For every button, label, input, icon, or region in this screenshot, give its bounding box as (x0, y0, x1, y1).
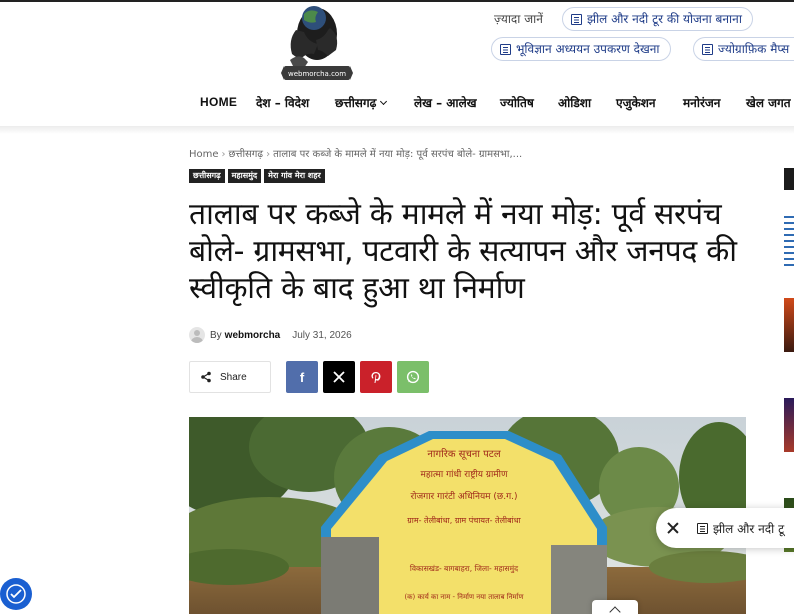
floating-suggestion-bar: झील और नदी टू (656, 508, 794, 548)
tag-mera-gaon-mera-shahar[interactable]: मेरा गांव मेरा शहर (264, 169, 325, 183)
breadcrumb-current: तालाब पर कब्जे के मामले में नया मोड़: पू… (273, 149, 523, 160)
share-button[interactable]: Share (189, 361, 271, 393)
byline-prefix: By (210, 329, 222, 341)
main-navigation: HOME देश – विदेश छत्तीसगढ़ लेख – आलेख ज्… (0, 94, 794, 126)
breadcrumb-separator: › (266, 149, 271, 160)
breadcrumb: Home › छत्तीसगढ़ › तालाब पर कब्जे के मामले म… (189, 146, 522, 160)
signboard-line-2: महात्मा गांधी राष्ट्रीय ग्रामीण (420, 468, 508, 480)
nav-item-label: छत्तीसगढ़ (335, 96, 377, 110)
article-meta: By webmorcha July 31, 2026 (189, 327, 352, 343)
author-link[interactable]: webmorcha (225, 330, 281, 341)
share-x-button[interactable] (323, 361, 355, 393)
document-icon (500, 43, 511, 55)
suggestion-chip-geographic-maps[interactable]: ज्योग्राफ़िक मैप्स (693, 37, 794, 61)
suggestion-chip-label: झील और नदी टूर की योजना बनाना (587, 12, 742, 26)
site-logo[interactable]: webmorcha.com (280, 0, 354, 82)
accessibility-button[interactable] (0, 578, 32, 610)
signboard-line-3: रोजगार गारंटी अधिनियम (छ.ग.) (410, 490, 517, 502)
nav-item-lekh-aalekh[interactable]: लेख – आलेख (414, 94, 477, 111)
nav-item-manoranjan[interactable]: मनोरंजन (683, 94, 720, 111)
article-title: तालाब पर कब्जे के मामले में नया मोड़: पू… (189, 197, 737, 306)
tag-chhattisgarh[interactable]: छत्तीसगढ़ (189, 169, 225, 183)
facebook-icon: f (299, 369, 305, 385)
document-icon (571, 13, 582, 25)
suggestion-chip-geology-tools[interactable]: भूविज्ञान अध्ययन उपकरण देखना (491, 37, 671, 61)
nav-item-education[interactable]: एजुकेशन (616, 94, 656, 111)
floating-suggestion-label: झील और नदी टू (713, 521, 785, 536)
accessibility-icon (6, 584, 26, 604)
scroll-to-top-button[interactable] (592, 600, 638, 614)
top-border (0, 0, 794, 2)
category-tags: छत्तीसगढ़ महासमुंद मेरा गांव मेरा शहर (189, 169, 325, 183)
whatsapp-icon (406, 370, 420, 384)
sidebar-thumbnail[interactable] (784, 298, 794, 352)
suggestions-label: ज़्यादा जानें (494, 12, 543, 26)
document-icon (697, 522, 708, 534)
share-icon (201, 371, 211, 383)
signboard-line-4: ग्राम- तेलीबांधा, ग्राम पंचायत- तेलीबांध… (407, 515, 521, 525)
document-icon (702, 43, 713, 55)
header-shadow (0, 126, 794, 134)
nav-item-chhattisgarh[interactable]: छत्तीसगढ़ (335, 94, 388, 111)
share-whatsapp-button[interactable] (397, 361, 429, 393)
share-label: Share (220, 371, 247, 383)
sidebar-thumbnail[interactable] (784, 168, 794, 190)
suggestion-chip-label: भूविज्ञान अध्ययन उपकरण देखना (516, 42, 660, 56)
nav-item-desh-videsh[interactable]: देश – विदेश (256, 94, 309, 111)
chevron-down-icon (380, 97, 388, 106)
share-pinterest-button[interactable] (360, 361, 392, 393)
breadcrumb-category-link[interactable]: छत्तीसगढ़ (229, 149, 264, 160)
nav-item-jyotish[interactable]: ज्योतिष (500, 94, 534, 111)
author-avatar[interactable] (189, 327, 205, 343)
sidebar-thumbnail[interactable] (784, 212, 794, 266)
nav-item-home[interactable]: HOME (200, 95, 237, 109)
publish-date: July 31, 2026 (292, 329, 352, 341)
x-icon (333, 371, 345, 383)
close-icon[interactable] (667, 522, 679, 534)
breadcrumb-separator: › (221, 149, 226, 160)
logo-text: webmorcha.com (288, 70, 346, 78)
suggestion-chip-label: ज्योग्राफ़िक मैप्स (718, 42, 790, 56)
pinterest-icon (371, 371, 381, 383)
sidebar-thumbnail[interactable] (784, 398, 794, 452)
signboard-line-1: नागरिक सूचना पटल (427, 448, 500, 460)
share-facebook-button[interactable]: f (286, 361, 318, 393)
nav-item-khel-jagat[interactable]: खेल जगत (746, 94, 791, 111)
tag-mahasamund[interactable]: महासमुंद (227, 169, 262, 183)
suggestion-chip-lake-river-tour[interactable]: झील और नदी टूर की योजना बनाना (562, 7, 753, 31)
floating-suggestion-chip[interactable]: झील और नदी टू (697, 520, 784, 537)
signboard-line-6: (क) कार्य का नाम - निर्माण नया तालाब निर… (404, 592, 524, 601)
signboard-line-5: विकासखंड- बागबाहरा, जिला- महासमुंद (410, 564, 519, 574)
nav-item-odisha[interactable]: ओडिशा (558, 94, 591, 111)
breadcrumb-home-link[interactable]: Home (189, 149, 219, 160)
